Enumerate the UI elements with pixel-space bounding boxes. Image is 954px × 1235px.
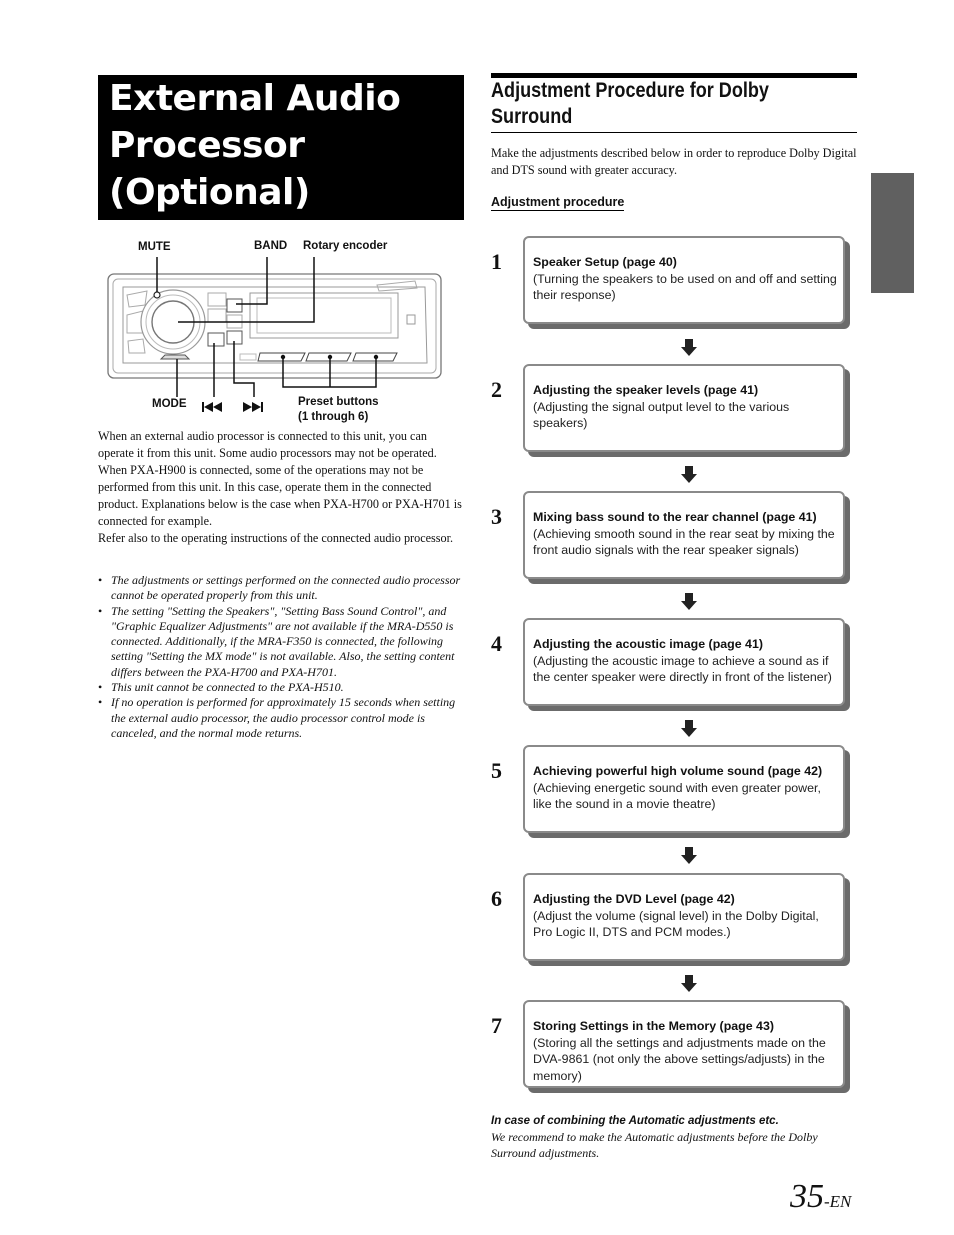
down-arrow-icon: [681, 847, 697, 864]
section-title-line: Surround: [491, 105, 573, 128]
prev-button-shape: [207, 332, 225, 347]
mode-label: MODE: [152, 398, 187, 410]
step-description: (Adjusting the acoustic image to achieve…: [533, 653, 832, 685]
head-unit-illustration: [107, 257, 442, 412]
next-track-icon: [243, 402, 263, 412]
note-text: This unit cannot be connected to the PXA…: [111, 680, 344, 695]
section-bottom-rule: [491, 132, 857, 133]
chapter-title-line: (Optional): [109, 172, 310, 213]
down-arrow-icon: [681, 720, 697, 737]
chapter-title: External Audio Processor (Optional): [109, 75, 401, 216]
step-box: Adjusting the speaker levels (page 41) (A…: [523, 364, 845, 452]
step-title: Achieving powerful high volume sound (pa…: [533, 764, 823, 778]
step-box: Speaker Setup (page 40) (Turning the spea…: [523, 236, 845, 324]
footnote-heading: In case of combining the Automatic adjus…: [491, 1115, 779, 1127]
release-button-shape: [406, 314, 416, 325]
bullet: •: [98, 603, 103, 618]
page-number-value: 35: [790, 1178, 824, 1215]
intro-paragraph: When an external audio processor is conn…: [98, 429, 462, 528]
step-description: (Adjust the volume (signal level) in the…: [533, 908, 819, 940]
page-language-suffix: -EN: [824, 1192, 852, 1211]
note-item: • This unit cannot be connected to the PX…: [98, 680, 464, 695]
note-text: If no operation is performed for approxi…: [111, 695, 456, 740]
band-label: BAND: [254, 240, 288, 252]
down-arrow-icon: [681, 593, 697, 610]
page-number: 35-EN: [790, 1178, 851, 1216]
chapter-title-line: External Audio: [109, 78, 401, 119]
step-number: 3: [491, 504, 502, 529]
step-number: 2: [491, 377, 502, 402]
intro-paragraph: Refer also to the operating instructions…: [98, 531, 454, 545]
band-button-shape: [226, 298, 243, 313]
notes-list: • The adjustments or settings performed o…: [98, 573, 464, 741]
note-item: • The adjustments or settings performed o…: [98, 573, 464, 604]
chapter-side-tab: [871, 173, 914, 293]
preset-buttons-label: Preset buttons: [298, 396, 379, 408]
section-title: Adjustment Procedure for Dolby Surround: [491, 78, 806, 130]
mute-indicator: [153, 291, 161, 299]
step-title: Adjusting the acoustic image (page 41): [533, 637, 763, 651]
procedure-subheading: Adjustment procedure: [491, 195, 625, 211]
step-box: Adjusting the acoustic image (page 41) (A…: [523, 618, 845, 706]
step-description: (Achieving smooth sound in the rear seat…: [533, 526, 835, 558]
step-number: 4: [491, 631, 502, 656]
note-text: The adjustments or settings performed on…: [111, 573, 461, 603]
step-box: Adjusting the DVD Level (page 42) (Adjust…: [523, 873, 845, 961]
previous-track-icon: [202, 402, 222, 412]
rotary-encoder-label: Rotary encoder: [303, 240, 388, 252]
step-title: Speaker Setup (page 40): [533, 255, 677, 269]
button-shape: [207, 308, 227, 323]
slot-shape: [239, 353, 257, 361]
step-title: Mixing bass sound to the rear channel (p…: [533, 510, 817, 524]
down-arrow-icon: [681, 975, 697, 992]
preset-buttons-range-label: (1 through 6): [298, 411, 369, 423]
section-title-line: Adjustment Procedure for Dolby: [491, 79, 769, 102]
down-arrow-icon: [681, 466, 697, 483]
step-box: Mixing bass sound to the rear channel (p…: [523, 491, 845, 579]
button-shape: [207, 292, 227, 307]
step-number: 7: [491, 1013, 502, 1038]
intro-text: When an external audio processor is conn…: [98, 428, 464, 547]
footnote-body: We recommend to make the Automatic adjus…: [491, 1130, 818, 1160]
step-number: 5: [491, 758, 502, 783]
note-item: • The setting "Setting the Speakers", "Se…: [98, 604, 464, 680]
step-description: (Adjusting the signal output level to th…: [533, 399, 790, 431]
step-description: (Turning the speakers to be used on and …: [533, 271, 837, 303]
step-description: (Achieving energetic sound with even gre…: [533, 780, 821, 812]
step-box: Achieving powerful high volume sound (pa…: [523, 745, 845, 833]
step-title: Adjusting the speaker levels (page 41): [533, 383, 759, 397]
display-inner: [256, 297, 392, 334]
bullet: •: [98, 573, 103, 587]
mute-label: MUTE: [138, 241, 171, 253]
down-arrow-icon: [681, 339, 697, 356]
mode-button-shape: [159, 354, 191, 360]
bullet: •: [98, 695, 103, 710]
bullet: •: [98, 680, 103, 695]
head-unit-diagram: MUTE BAND Rotary encoder MODE Preset but…: [95, 235, 455, 430]
chapter-title-block: External Audio Processor (Optional): [98, 75, 464, 220]
step-box: Storing Settings in the Memory (page 43)…: [523, 1000, 845, 1088]
note-item: • If no operation is performed for approx…: [98, 695, 464, 741]
step-title: Adjusting the DVD Level (page 42): [533, 892, 735, 906]
chapter-title-line: Processor: [109, 125, 305, 166]
step-title: Storing Settings in the Memory (page 43): [533, 1019, 774, 1033]
step-description: (Storing all the settings and adjustment…: [533, 1035, 826, 1083]
note-text: The setting "Setting the Speakers", "Set…: [111, 603, 455, 679]
section-lead: Make the adjustments described below in …: [491, 146, 857, 177]
step-number: 6: [491, 886, 502, 911]
step-number: 1: [491, 249, 502, 274]
